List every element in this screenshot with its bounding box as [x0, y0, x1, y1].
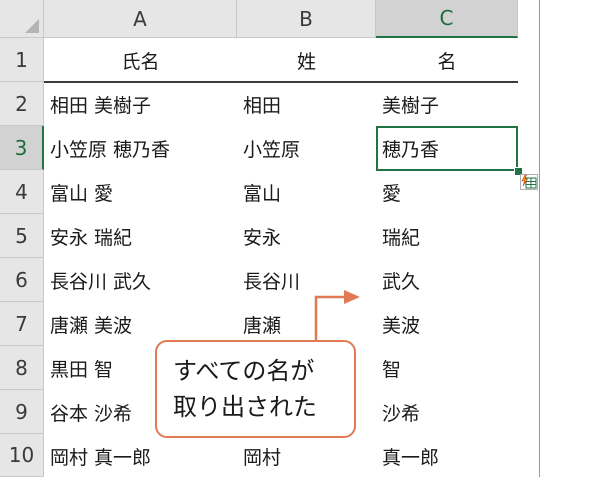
cell-c9[interactable]: 沙希: [376, 390, 518, 434]
cell-b5[interactable]: 安永: [237, 214, 376, 258]
select-all-triangle-icon: [25, 19, 39, 33]
cell-b10[interactable]: 岡村: [237, 434, 376, 478]
row-header-4[interactable]: 4: [0, 170, 44, 214]
row-header-9[interactable]: 9: [0, 390, 44, 434]
cell-c4[interactable]: 愛: [376, 170, 518, 214]
cell-c8[interactable]: 智: [376, 346, 518, 390]
cell-a10[interactable]: 岡村 真一郎: [44, 434, 237, 478]
cell-c10[interactable]: 真一郎: [376, 434, 518, 478]
row-header-7[interactable]: 7: [0, 302, 44, 346]
row-header-10[interactable]: 10: [0, 434, 44, 477]
cell-b1[interactable]: 姓: [237, 38, 376, 82]
cell-a1[interactable]: 氏名: [44, 38, 237, 82]
cell-c2[interactable]: 美樹子: [376, 82, 518, 126]
column-header-b[interactable]: B: [237, 0, 376, 38]
cell-a3[interactable]: 小笠原 穂乃香: [44, 126, 237, 170]
cell-b3[interactable]: 小笠原: [237, 126, 376, 170]
cell-a6[interactable]: 長谷川 武久: [44, 258, 237, 302]
cell-b6[interactable]: 長谷川: [237, 258, 376, 302]
cell-c7[interactable]: 美波: [376, 302, 518, 346]
row-header-2[interactable]: 2: [0, 82, 44, 126]
cell-c1[interactable]: 名: [376, 38, 518, 82]
row-header-8[interactable]: 8: [0, 346, 44, 390]
row-header-6[interactable]: 6: [0, 258, 44, 302]
cell-c5[interactable]: 瑞紀: [376, 214, 518, 258]
select-all-corner[interactable]: [0, 0, 44, 38]
callout-line-1: すべての名が: [173, 357, 315, 385]
callout-line-2: 取り出された: [173, 393, 317, 421]
column-header-c[interactable]: C: [376, 0, 518, 38]
cell-a5[interactable]: 安永 瑞紀: [44, 214, 237, 258]
cell-b4[interactable]: 富山: [237, 170, 376, 214]
cell-b2[interactable]: 相田: [237, 82, 376, 126]
column-header-a[interactable]: A: [44, 0, 237, 38]
flash-fill-options-icon[interactable]: [520, 174, 538, 190]
row-header-3[interactable]: 3: [0, 126, 44, 170]
row-header-5[interactable]: 5: [0, 214, 44, 258]
cell-a2[interactable]: 相田 美樹子: [44, 82, 237, 126]
cell-c6[interactable]: 武久: [376, 258, 518, 302]
active-cell-selection: [376, 126, 518, 171]
row-header-1[interactable]: 1: [0, 38, 44, 82]
cell-a4[interactable]: 富山 愛: [44, 170, 237, 214]
annotation-callout: すべての名が 取り出された: [155, 340, 356, 438]
